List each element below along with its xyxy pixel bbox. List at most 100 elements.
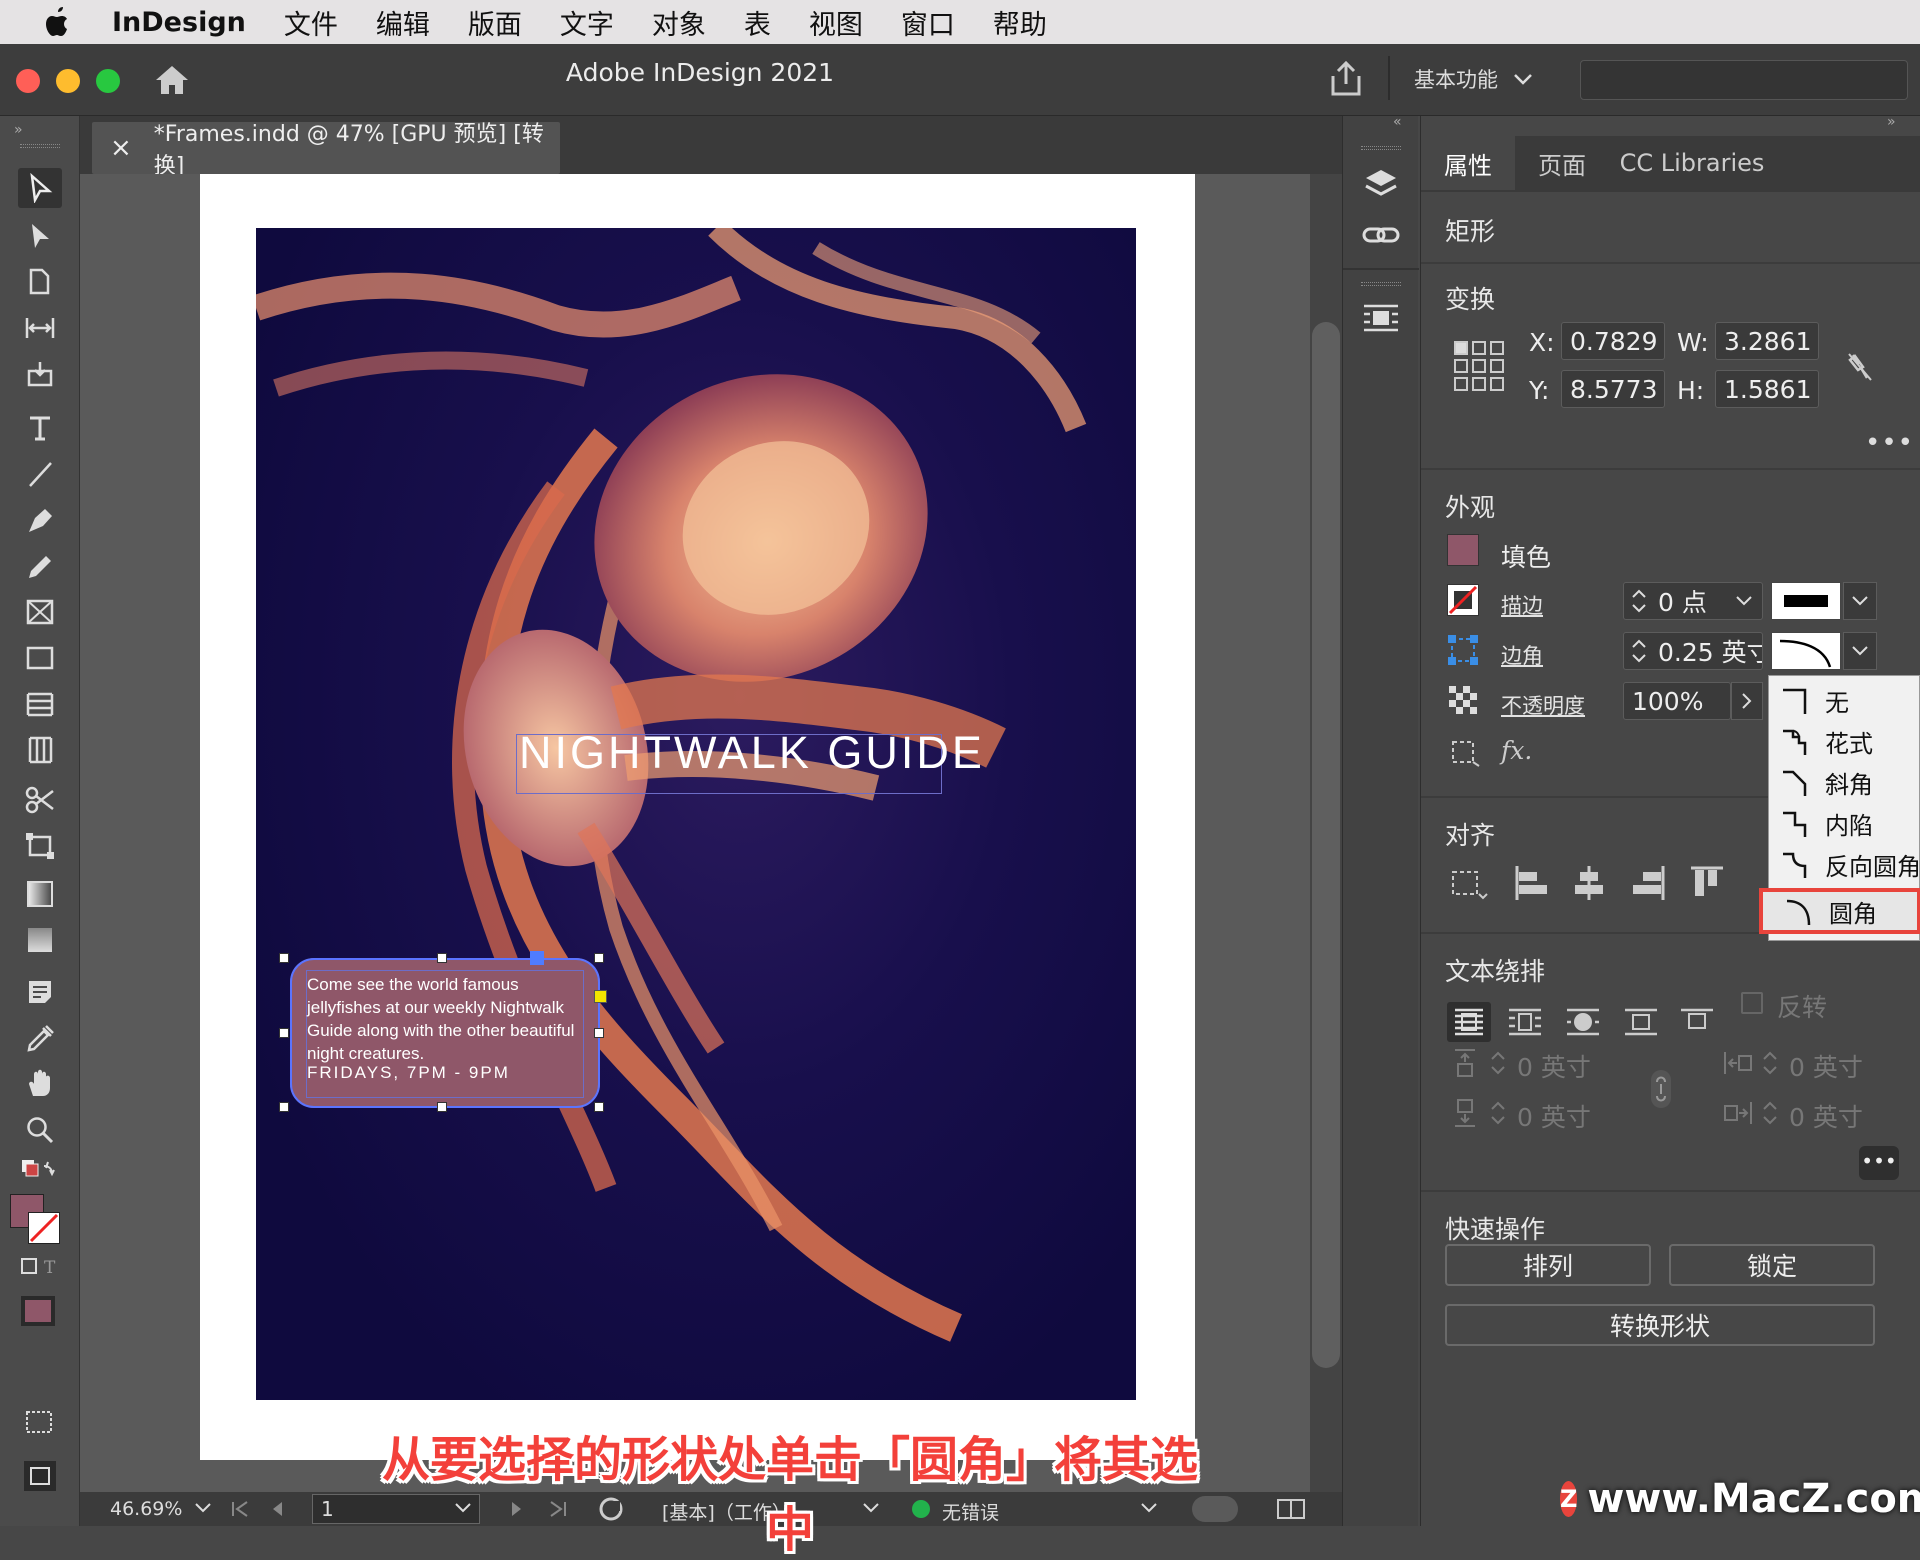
handle-top-middle[interactable] [437,953,447,963]
horizontal-grid-tool[interactable] [18,684,62,724]
screen-mode-button[interactable] [18,1456,62,1496]
formatting-affects-container[interactable]: T [18,1252,62,1282]
handle-top-right[interactable] [594,953,604,963]
collapse-toolbar-icon[interactable]: » [14,122,23,138]
expand-dock-icon[interactable]: « [1393,114,1402,130]
menu-view[interactable]: 视图 [809,3,863,42]
rectangle-frame-tool[interactable] [18,592,62,632]
home-icon[interactable] [154,64,190,96]
jump-to-next-column-icon[interactable] [1677,1004,1717,1040]
jump-object-icon[interactable] [1621,1004,1661,1040]
stroke-color-swatch[interactable] [1447,584,1479,616]
right-offset-value[interactable]: 0 英寸 [1789,1098,1863,1134]
line-tool[interactable] [18,454,62,494]
corner-option-fancy[interactable]: 花式 [1769,721,1920,761]
effects-fx-button[interactable]: fx. [1501,736,1532,765]
zoom-chevron-icon[interactable] [194,1502,212,1514]
content-grabber[interactable] [530,951,544,965]
close-document-icon[interactable]: × [110,133,132,163]
stepper-icon[interactable] [1487,1096,1509,1130]
menu-file[interactable]: 文件 [284,3,338,42]
menu-app-name[interactable]: InDesign [112,7,246,38]
pencil-tool[interactable] [18,546,62,586]
frame-fitting-icon[interactable] [1449,738,1481,768]
constrain-proportions-icon[interactable] [1845,350,1875,384]
align-horizontal-centers-icon[interactable] [1571,864,1607,902]
toolbar-grip[interactable] [20,144,60,148]
zoom-window-button[interactable] [96,69,120,93]
handle-middle-right[interactable] [594,1028,604,1038]
opacity-label[interactable]: 不透明度 [1501,690,1585,720]
corner-option-rounded[interactable]: 圆角 [1759,888,1920,934]
free-transform-tool[interactable] [18,826,62,866]
menu-type[interactable]: 文字 [560,3,614,42]
menu-object[interactable]: 对象 [652,3,706,42]
tab-cc-libraries[interactable]: CC Libraries [1609,136,1775,190]
scissors-tool[interactable] [18,780,62,820]
rectangle-tool[interactable] [18,638,62,678]
dock-grip[interactable] [1361,146,1401,150]
apple-icon[interactable] [42,5,72,39]
corner-option-bevel[interactable]: 斜角 [1769,762,1920,802]
chevron-down-icon[interactable] [1734,594,1754,608]
align-top-edges-icon[interactable] [1689,864,1725,902]
opacity-field[interactable]: 100% [1623,682,1731,720]
menu-table[interactable]: 表 [744,3,771,42]
handle-bottom-left[interactable] [279,1102,289,1112]
handle-middle-left[interactable] [279,1028,289,1038]
layers-icon[interactable] [1363,166,1399,206]
last-page-icon[interactable] [548,1500,568,1518]
zoom-tool[interactable] [18,1110,62,1150]
gradient-feather-tool[interactable] [18,920,62,960]
open-page-icon[interactable] [598,1496,628,1522]
menu-layout[interactable]: 版面 [468,3,522,42]
close-window-button[interactable] [16,69,40,93]
h-field[interactable]: 1.5861 [1715,370,1819,408]
stepper-icon[interactable] [1487,1046,1509,1080]
stepper-icon[interactable] [1628,584,1650,618]
stroke-label[interactable]: 描边 [1501,590,1543,620]
corner-option-inset[interactable]: 内陷 [1769,803,1920,843]
bottom-offset-value[interactable]: 0 英寸 [1517,1098,1591,1134]
minimize-window-button[interactable] [56,69,80,93]
make-offsets-same-icon[interactable] [1643,1066,1679,1112]
w-field[interactable]: 3.2861 [1715,322,1819,360]
fill-color-swatch[interactable] [1447,534,1479,566]
more-options-icon[interactable]: ••• [1865,428,1914,458]
arrange-button[interactable]: 排列 [1445,1244,1651,1286]
stroke-weight-field[interactable]: 0 点 [1623,582,1763,620]
body-text-frame[interactable]: Come see the world famous jellyfishes at… [306,970,584,1098]
corner-shape-swatch[interactable] [1771,632,1841,670]
stepper-icon[interactable] [1759,1046,1781,1080]
previous-page-icon[interactable] [270,1500,284,1518]
content-collector-tool[interactable] [18,354,62,394]
dock-grip-2[interactable] [1361,282,1401,286]
share-icon[interactable] [1328,60,1364,98]
direct-selection-tool[interactable] [18,216,62,256]
handle-bottom-middle[interactable] [437,1102,447,1112]
gradient-swatch-tool[interactable] [18,874,62,914]
opacity-slider-button[interactable] [1731,682,1763,720]
jellyfish-photo[interactable]: NIGHTWALK GUIDE Come see the world famou… [256,228,1136,1400]
no-text-wrap-button[interactable] [1447,1002,1491,1042]
page-tool[interactable] [18,262,62,302]
corner-label[interactable]: 边角 [1501,640,1543,670]
align-to-selection-icon[interactable] [1449,868,1489,902]
first-page-icon[interactable] [230,1500,250,1518]
wrap-bounding-box-icon[interactable] [1505,1004,1545,1040]
zoom-level[interactable]: 46.69% [110,1498,182,1520]
stepper-icon[interactable] [1759,1096,1781,1130]
align-left-edges-icon[interactable] [1513,864,1549,902]
errors-chevron-icon[interactable] [1140,1502,1158,1514]
stroke-type-dropdown[interactable] [1843,582,1877,620]
links-icon[interactable] [1361,220,1401,250]
stroke-type-swatch[interactable] [1771,582,1841,620]
corner-shape-dropdown[interactable] [1843,632,1877,670]
invert-checkbox[interactable] [1741,992,1763,1014]
convert-shape-button[interactable]: 转换形状 [1445,1304,1875,1346]
scroll-thumb[interactable] [1312,322,1340,1368]
note-tool[interactable] [18,972,62,1012]
profile-chevron-icon[interactable] [862,1502,880,1514]
workspace-switcher[interactable]: 基本功能 [1414,64,1534,94]
apply-color-button[interactable] [18,1292,62,1332]
